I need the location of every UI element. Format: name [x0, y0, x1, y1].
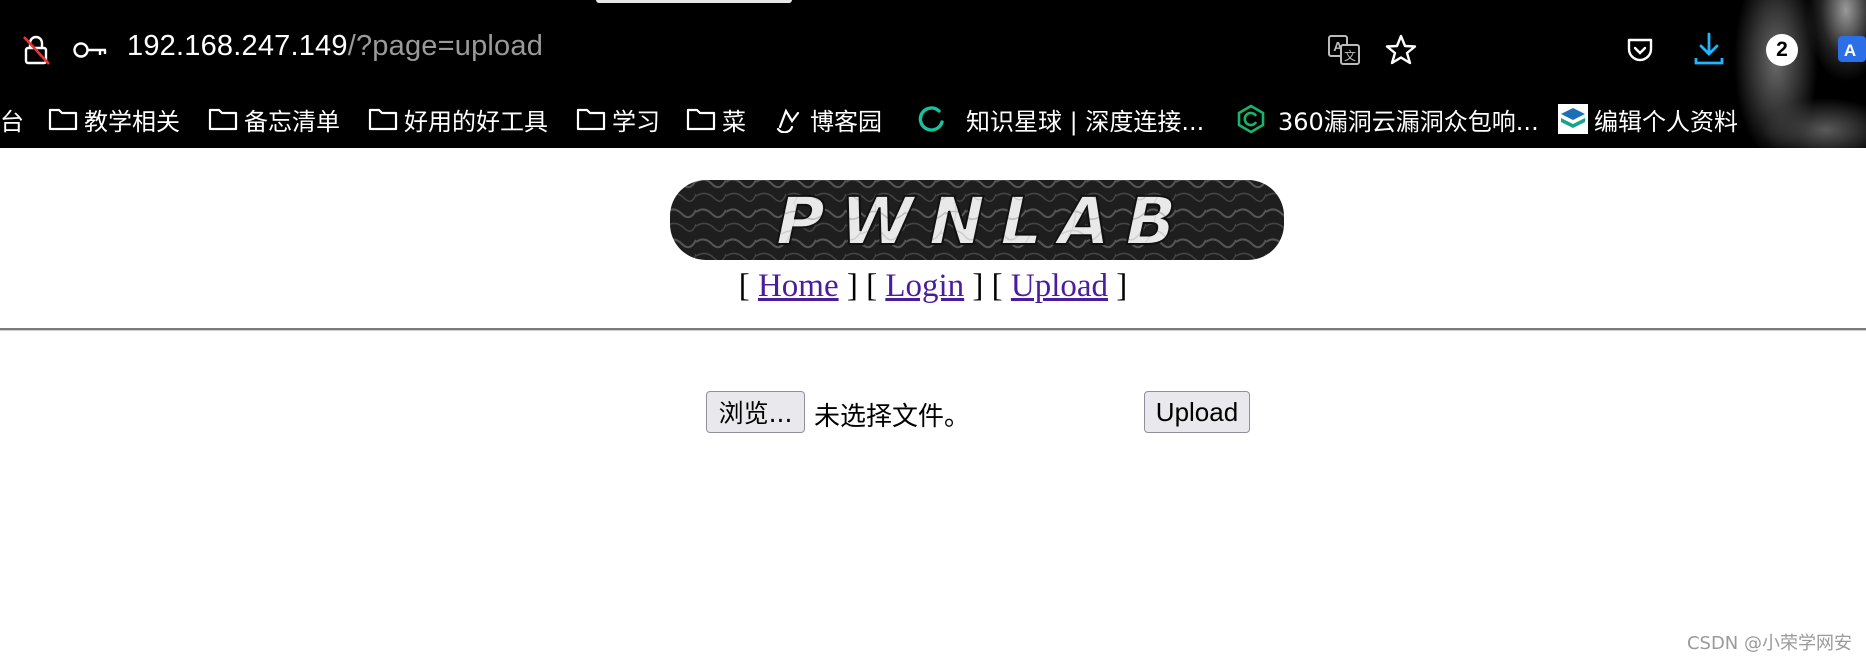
nav-login-link[interactable]: Login — [885, 268, 964, 304]
translate-icon[interactable]: A 文 — [1324, 32, 1364, 68]
bookmark-item[interactable]: 编辑个人资料 — [1556, 98, 1738, 140]
bookmark-label: 好用的好工具 — [404, 107, 548, 136]
bookmark-label: 菜 — [722, 107, 746, 136]
download-icon[interactable] — [1690, 29, 1728, 69]
divider — [0, 328, 1866, 331]
folder-icon — [574, 104, 608, 134]
bookmark-label: 教学相关 — [84, 107, 180, 136]
page-content: PWNLAB [ Home ] [ Login ] [ Upload ] 浏览.… — [0, 148, 1866, 665]
nav-upload-link[interactable]: Upload — [1011, 268, 1108, 304]
folder-icon — [684, 104, 718, 134]
bookmark-label: 博客园 — [810, 107, 882, 136]
nav-bracket: [ — [738, 268, 758, 304]
url-path: /?page=upload — [347, 30, 544, 62]
svg-text:文: 文 — [1344, 48, 1356, 63]
bookmark-label: 台 — [0, 107, 24, 136]
translate-extension-icon[interactable]: A — [1836, 32, 1866, 68]
url-field[interactable]: 192.168.247.149/?page=upload — [127, 30, 543, 63]
bookmark-folder[interactable]: 教学相关 — [46, 98, 180, 140]
bookmark-star-icon[interactable] — [1382, 31, 1420, 69]
profile-stack-icon — [1556, 104, 1590, 134]
watermark: CSDN @小荣学网安 — [1686, 633, 1852, 654]
cnblogs-icon — [772, 104, 806, 134]
pwnlab-logo: PWNLAB — [666, 174, 1292, 266]
360-icon — [1234, 104, 1268, 134]
folder-icon — [206, 104, 240, 134]
bookmark-folder[interactable]: 好用的好工具 — [366, 98, 548, 140]
browser-chrome: 192.168.247.149/?page=upload A 文 2 A 台 教… — [0, 0, 1866, 148]
folder-icon — [366, 104, 400, 134]
bookmarks-bar: 台 教学相关 备忘清单 好用的好工具 学习 菜 博客园 知识星球 | 深度连接.… — [0, 98, 1866, 140]
svg-text:A: A — [1844, 41, 1856, 60]
nav-separator: ] [ — [838, 268, 886, 304]
bookmark-item[interactable]: 360漏洞云漏洞众包响... — [1234, 98, 1539, 140]
bookmark-folder[interactable]: 菜 — [684, 98, 746, 140]
bookmark-label: 学习 — [612, 107, 660, 136]
active-tab-edge — [596, 0, 792, 3]
bookmark-label: 编辑个人资料 — [1594, 107, 1738, 136]
profile-count-badge[interactable]: 2 — [1766, 34, 1798, 66]
bookmark-item[interactable]: 博客园 — [772, 98, 882, 140]
folder-icon — [46, 104, 80, 134]
logo-text: PWNLAB — [768, 183, 1200, 260]
bookmark-item[interactable]: 知识星球 | 深度连接... — [914, 98, 1204, 140]
bookmark-label: 360漏洞云漏洞众包响... — [1278, 107, 1539, 136]
pocket-icon[interactable] — [1622, 32, 1658, 68]
zsxq-icon — [914, 104, 948, 134]
insecure-lock-icon[interactable] — [18, 32, 54, 68]
bookmark-item[interactable]: 台 — [0, 98, 24, 140]
file-status-text: 未选择文件。 — [814, 402, 971, 432]
bookmark-label: 知识星球 | 深度连接... — [966, 107, 1205, 136]
upload-submit-button[interactable]: Upload — [1144, 391, 1250, 433]
key-icon[interactable] — [72, 34, 112, 66]
bookmark-folder[interactable]: 备忘清单 — [206, 98, 340, 140]
address-bar: 192.168.247.149/?page=upload A 文 2 A — [0, 22, 1866, 78]
bookmark-label: 备忘清单 — [244, 107, 340, 136]
url-host: 192.168.247.149 — [127, 30, 348, 62]
browse-file-button[interactable]: 浏览... — [706, 391, 805, 433]
top-nav: [ Home ] [ Login ] [ Upload ] — [0, 268, 1866, 305]
nav-separator: ] [ — [964, 268, 1011, 304]
bookmark-folder[interactable]: 学习 — [574, 98, 660, 140]
nav-bracket: ] — [1108, 268, 1128, 304]
nav-home-link[interactable]: Home — [758, 268, 839, 304]
